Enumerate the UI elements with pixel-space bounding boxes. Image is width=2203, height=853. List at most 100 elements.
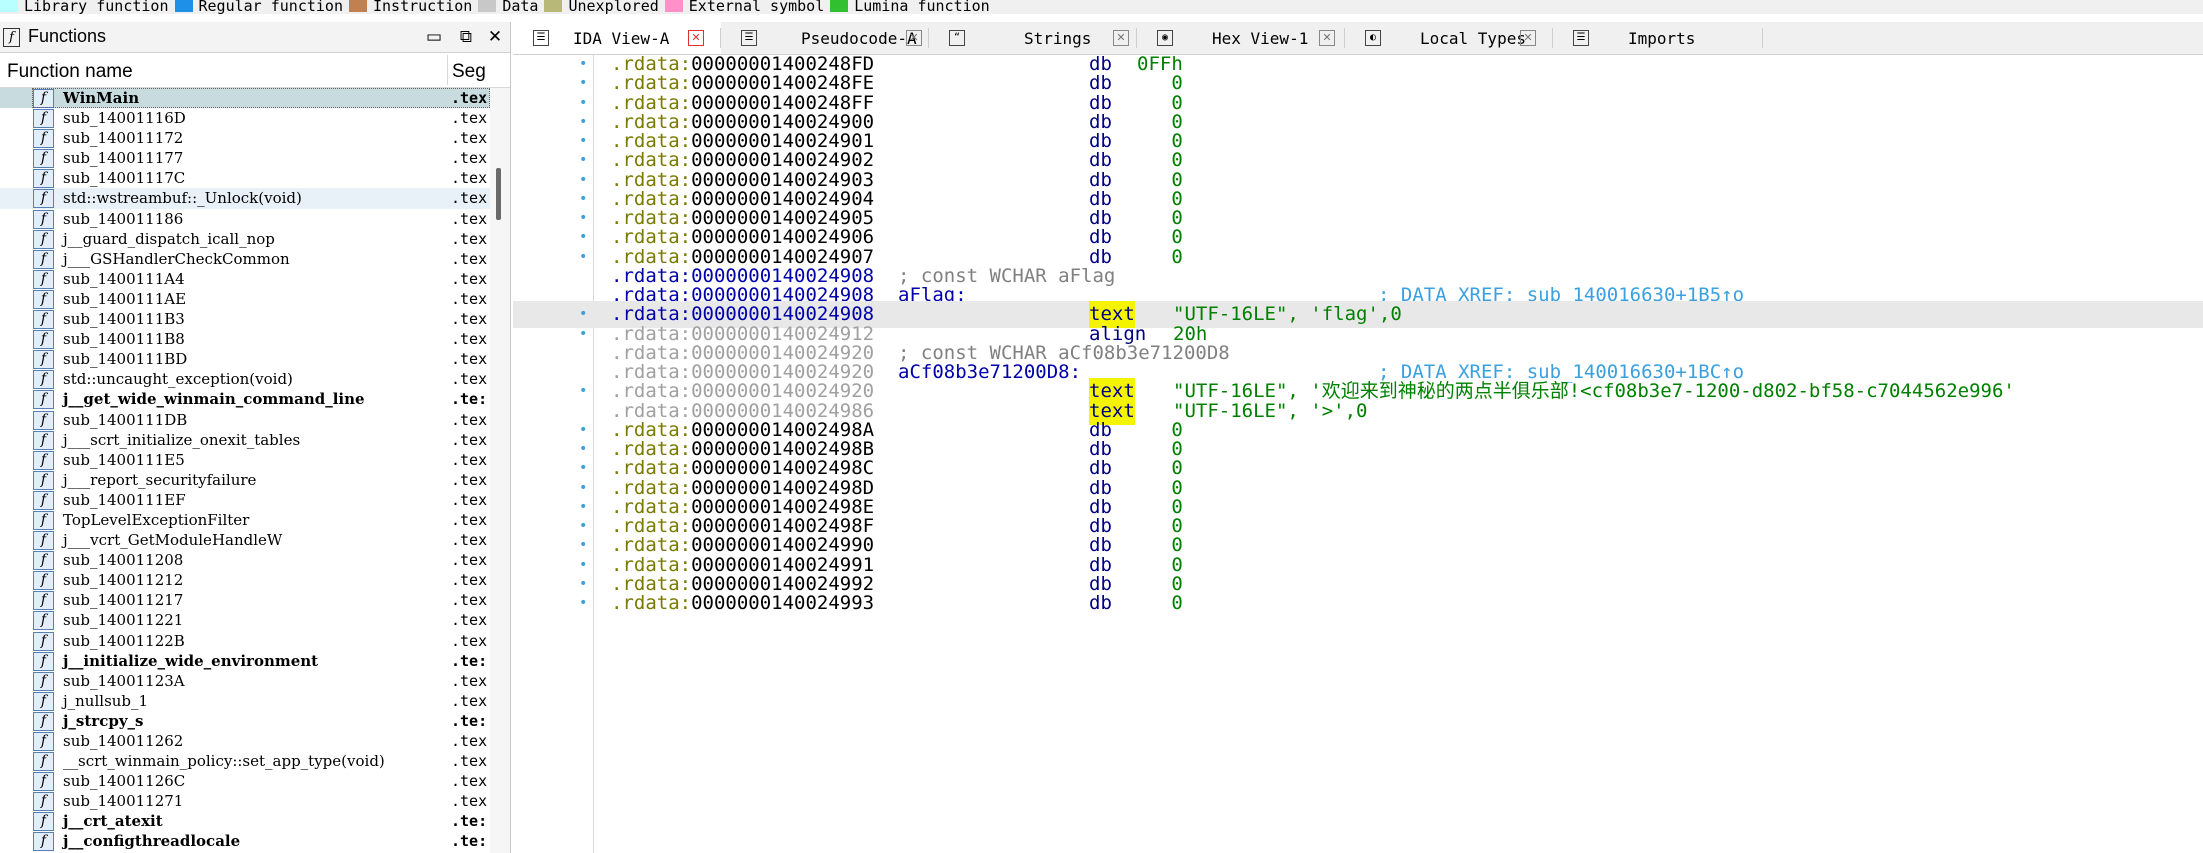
function-row[interactable]: f sub_140011221 .tex	[0, 610, 490, 631]
function-row[interactable]: f std::wstreambuf::_Unlock(void) .tex	[0, 188, 490, 209]
function-row[interactable]: f sub_1400111B3 .tex	[0, 309, 490, 330]
tab-hex-view-1[interactable]: ◉ Hex View-1 ✕	[1137, 22, 1345, 54]
function-segment: .te:	[451, 711, 488, 730]
tab-close-icon[interactable]: ✕	[1113, 30, 1129, 46]
function-row[interactable]: f sub_14001122B .tex	[0, 631, 490, 651]
function-name: sub_140011172	[63, 129, 184, 148]
function-row[interactable]: f sub_14001117C .tex	[0, 168, 490, 189]
function-name: j_strcpy_s	[63, 711, 144, 730]
function-icon: f	[33, 752, 54, 772]
function-row[interactable]: f j___vcrt_GetModuleHandleW .tex	[0, 530, 490, 551]
function-row[interactable]: f sub_140011172 .tex	[0, 128, 490, 149]
function-icon: f	[33, 330, 54, 350]
function-name: sub_14001126C	[63, 772, 186, 791]
function-segment: .tex	[451, 490, 488, 509]
tab-close-icon[interactable]: ✕	[1319, 30, 1335, 46]
function-name: std::wstreambuf::_Unlock(void)	[63, 189, 302, 208]
function-row[interactable]: f sub_14001126C .tex	[0, 771, 490, 792]
restore-icon[interactable]: ⧉	[455, 26, 477, 48]
function-row[interactable]: f j__configthreadlocale .te:	[0, 831, 490, 852]
column-function-name[interactable]: Function name	[7, 61, 133, 83]
disasm-mnemonic[interactable]: db	[1089, 590, 1112, 617]
function-row[interactable]: f j__guard_dispatch_icall_nop .tex	[0, 229, 490, 249]
function-row[interactable]: f j__get_wide_winmain_command_line .te:	[0, 389, 490, 410]
function-row[interactable]: f std::uncaught_exception(void) .tex	[0, 369, 490, 390]
function-row[interactable]: f j__initialize_wide_environment .te:	[0, 651, 490, 671]
tab-close-icon[interactable]: ✕	[1520, 30, 1536, 46]
tab-close-icon[interactable]: ✕	[688, 30, 704, 46]
ida-view[interactable]: • .rdata:00000001400248FD db 0FFh • .rdata:00…	[513, 53, 2203, 853]
breakpoint-dot-icon[interactable]: •	[579, 590, 587, 617]
legend-item: Regular function	[174, 0, 343, 14]
maximize-icon[interactable]: ▭	[423, 26, 445, 48]
close-icon[interactable]: ✕	[484, 26, 506, 48]
tab-pseudocode-a[interactable]: ☰ Pseudocode-A ✕	[721, 22, 929, 54]
function-icon: f	[33, 269, 54, 289]
function-row[interactable]: f sub_1400111DB .tex	[0, 410, 490, 430]
function-segment: .tex	[451, 752, 488, 771]
function-icon: f	[33, 390, 54, 410]
function-segment: .tex	[451, 249, 488, 268]
tab-ida-view-a[interactable]: ☰ IDA View-A ✕	[513, 22, 721, 54]
function-row[interactable]: f j__crt_atexit .te:	[0, 811, 490, 832]
function-segment: .te:	[451, 390, 488, 409]
column-segment[interactable]: Seg	[452, 61, 486, 83]
hex-view-icon: ◉	[1157, 30, 1173, 46]
legend-label: Instruction	[373, 0, 473, 14]
function-row[interactable]: f sub_1400111EF .tex	[0, 490, 490, 510]
function-row[interactable]: f sub_14001123A .tex	[0, 671, 490, 691]
function-name: sub_1400111DB	[63, 410, 188, 429]
function-name: TopLevelExceptionFilter	[63, 510, 250, 529]
function-row[interactable]: f sub_1400111AE .tex	[0, 289, 490, 309]
function-row[interactable]: f __scrt_winmain_policy::set_app_type(voi…	[0, 751, 490, 772]
function-name: sub_1400111B3	[63, 310, 185, 329]
function-segment: .tex	[451, 551, 488, 570]
function-row[interactable]: f sub_140011208 .tex	[0, 550, 490, 571]
function-segment: .tex	[451, 691, 488, 710]
functions-list: f WinMain .tex f sub_14001116D .tex f sub_14001…	[0, 88, 490, 853]
function-row[interactable]: f j_strcpy_s .te:	[0, 711, 490, 731]
function-row[interactable]: f sub_140011212 .tex	[0, 570, 490, 591]
function-row[interactable]: f j___GSHandlerCheckCommon .tex	[0, 249, 490, 269]
function-row[interactable]: f sub_140011262 .tex	[0, 731, 490, 751]
legend-swatch	[664, 0, 683, 12]
function-row[interactable]: f j___scrt_initialize_onexit_tables .tex	[0, 430, 490, 450]
tab-label: Imports	[1628, 29, 1696, 48]
function-row[interactable]: f WinMain .tex	[0, 88, 490, 109]
function-row[interactable]: f sub_140011177 .tex	[0, 148, 490, 169]
function-row[interactable]: f sub_140011217 .tex	[0, 590, 490, 611]
function-row[interactable]: f sub_14001116D .tex	[0, 108, 490, 129]
function-row[interactable]: f sub_140011271 .tex	[0, 791, 490, 812]
function-name: j__configthreadlocale	[63, 832, 241, 851]
function-segment: .tex	[451, 450, 488, 469]
function-icon: f	[33, 691, 54, 711]
function-name: sub_140011217	[63, 591, 184, 610]
disasm-line[interactable]: • .rdata:0000000140024993 db 0	[513, 590, 2203, 617]
legend-swatch	[174, 0, 193, 12]
pseudocode-icon: ☰	[741, 30, 757, 46]
function-segment: .tex	[451, 350, 488, 369]
function-icon: f	[33, 551, 54, 571]
functions-scrollbar[interactable]	[490, 88, 510, 853]
tab-strings[interactable]: “ Strings ✕	[929, 22, 1137, 54]
function-icon: f	[33, 149, 54, 169]
tab-local-types[interactable]: ◐ Local Types ✕	[1345, 22, 1553, 54]
function-row[interactable]: f j___report_securityfailure .tex	[0, 470, 490, 490]
tab-imports[interactable]: ☰ Imports	[1553, 22, 1763, 54]
function-row[interactable]: f j_nullsub_1 .tex	[0, 691, 490, 711]
function-segment: .tex	[451, 189, 488, 208]
legend-label: Library function	[24, 0, 169, 14]
function-row[interactable]: f sub_1400111E5 .tex	[0, 450, 490, 470]
legend-item: Data	[478, 0, 538, 14]
function-row[interactable]: f sub_140011186 .tex	[0, 209, 490, 229]
function-row[interactable]: f sub_1400111BD .tex	[0, 349, 490, 370]
function-name: sub_1400111BD	[63, 350, 188, 369]
tab-close-icon[interactable]: ✕	[906, 30, 922, 46]
function-segment: .tex	[451, 611, 488, 630]
scrollbar-thumb[interactable]	[496, 168, 501, 220]
function-row[interactable]: f TopLevelExceptionFilter .tex	[0, 510, 490, 530]
function-row[interactable]: f sub_1400111B8 .tex	[0, 329, 490, 350]
disasm-operand[interactable]: 0	[1137, 590, 1182, 617]
function-name: sub_1400111EF	[63, 490, 186, 509]
function-row[interactable]: f sub_1400111A4 .tex	[0, 269, 490, 289]
